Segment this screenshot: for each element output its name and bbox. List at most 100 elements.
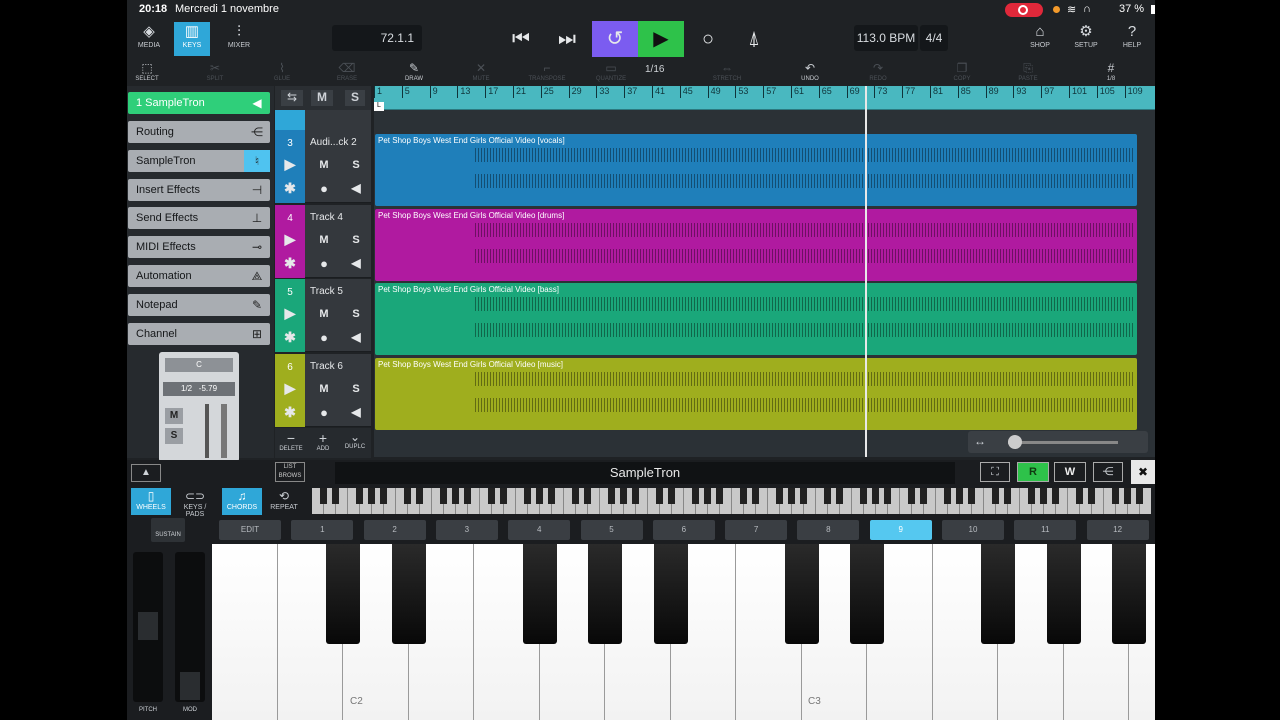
chord-button-10[interactable]: 10 xyxy=(942,520,1004,540)
wheels-button[interactable]: ▯ WHEELS xyxy=(131,488,171,515)
forward-button[interactable]: ⏭ xyxy=(544,21,590,57)
rewind-button[interactable]: ⏮ xyxy=(498,21,544,57)
track-record-icon[interactable]: ● xyxy=(314,405,334,420)
keys-routing-button[interactable]: ⋲ xyxy=(1093,462,1123,482)
close-keys-button[interactable]: ✖ xyxy=(1131,460,1155,484)
cycle-button[interactable]: ↺ xyxy=(592,21,638,57)
chord-button-7[interactable]: 7 xyxy=(725,520,788,540)
read-automation-button[interactable]: R xyxy=(1017,462,1049,482)
track-mute-button[interactable]: M xyxy=(314,234,334,246)
global-solo-button[interactable]: S xyxy=(345,90,365,106)
track-solo-button[interactable]: S xyxy=(346,308,366,320)
automation-item[interactable]: Automation ⟁ xyxy=(128,265,270,287)
piano-keyboard[interactable]: C2 C3 xyxy=(212,544,1155,720)
insert-effects-item[interactable]: Insert Effects ⊣ xyxy=(128,179,270,201)
track-record-icon[interactable]: ● xyxy=(314,330,334,345)
black-key[interactable] xyxy=(1046,544,1081,644)
list-browse-button[interactable]: LIST BROWS xyxy=(275,462,305,482)
track-fx-icon[interactable]: ✱ xyxy=(280,404,300,421)
chord-button-12[interactable]: 12 xyxy=(1086,520,1149,540)
paste-button[interactable]: ⎘ PASTE xyxy=(1008,60,1048,82)
track-play-icon[interactable]: ▶ xyxy=(280,231,300,248)
timeline-ruler[interactable]: 1 5 9 13 17 21 25 29 33 37 41 45 49 53 57 61 65 69 73 77 81 8… xyxy=(374,86,1155,110)
transpose-tool[interactable]: ⌐ TRANSPOSE xyxy=(527,60,567,82)
split-tool[interactable]: ✂ SPLIT xyxy=(195,60,235,82)
setup-button[interactable]: ⚙ SETUP xyxy=(1064,22,1108,56)
fullscreen-button[interactable]: ⛶ xyxy=(980,462,1010,482)
channel-item[interactable]: Channel ⊞ xyxy=(128,323,270,345)
erase-tool[interactable]: ⌫ ERASE xyxy=(327,60,367,82)
delete-track-button[interactable]: − DELETE xyxy=(275,430,307,452)
keyboard-overview[interactable] xyxy=(312,488,1151,514)
pan-control[interactable]: C xyxy=(165,358,233,372)
quantize-value[interactable]: 1/16 xyxy=(645,64,664,75)
track-play-icon[interactable]: ▶ xyxy=(280,305,300,322)
track-solo-button[interactable]: S xyxy=(346,383,366,395)
pitch-wheel-thumb[interactable] xyxy=(138,612,158,640)
collapse-keys-button[interactable]: ▲ xyxy=(131,464,161,482)
play-button[interactable]: ▶ xyxy=(638,21,684,57)
stretch-tool[interactable]: ⇔ STRETCH xyxy=(707,60,747,82)
track-fx-icon[interactable]: ✱ xyxy=(280,329,300,346)
add-track-button[interactable]: + ADD xyxy=(307,430,339,452)
tempo-display[interactable]: 113.0 BPM xyxy=(854,25,918,51)
keys-button[interactable]: ▥ KEYS xyxy=(174,22,210,56)
chord-button-1[interactable]: 1 xyxy=(291,520,354,540)
black-key[interactable] xyxy=(326,544,360,644)
track-resize-icon[interactable]: ⇆ xyxy=(281,90,303,106)
draw-tool[interactable]: ✎ DRAW xyxy=(394,60,434,82)
redo-button[interactable]: ↷ REDO xyxy=(858,60,898,82)
track-header[interactable]: 3 Audi...ck 2 ▶ ✱ M S ● ◀ xyxy=(275,130,371,203)
track-solo-button[interactable]: S xyxy=(346,159,366,171)
copy-button[interactable]: ❐ COPY xyxy=(942,60,982,82)
black-key[interactable] xyxy=(850,544,884,644)
select-tool[interactable]: ⬚ SELECT xyxy=(127,60,167,82)
mute-tool[interactable]: ✕ MUTE xyxy=(461,60,501,82)
write-automation-button[interactable]: W xyxy=(1054,462,1086,482)
mixer-button[interactable]: ⫶ MIXER xyxy=(217,22,261,56)
black-key[interactable] xyxy=(1112,544,1146,644)
black-key[interactable] xyxy=(981,544,1015,644)
strip-fader[interactable] xyxy=(205,404,209,458)
sustain-button[interactable]: SUSTAIN xyxy=(151,518,185,542)
strip-solo-button[interactable]: S xyxy=(165,428,183,444)
audio-clip[interactable]: Pet Shop Boys West End Girls Official Vi… xyxy=(375,208,1137,281)
audio-clip[interactable]: Pet Shop Boys West End Girls Official Vi… xyxy=(375,283,1137,355)
left-locator[interactable]: L xyxy=(374,102,384,111)
white-key[interactable] xyxy=(212,544,278,720)
send-effects-item[interactable]: Send Effects ⊥ xyxy=(128,207,270,229)
track-solo-button[interactable]: S xyxy=(346,234,366,246)
arrange-view[interactable]: 1 5 9 13 17 21 25 29 33 37 41 45 49 53 57 61 65 69 73 77 81 8… xyxy=(374,86,1155,457)
track-header[interactable]: 4 Track 4 ▶ ✱ M S ● ◀ xyxy=(275,204,371,278)
track-mute-button[interactable]: M xyxy=(314,159,334,171)
track-record-icon[interactable]: ● xyxy=(314,181,334,196)
audio-clip[interactable]: Pet Shop Boys West End Girls Official Vi… xyxy=(375,357,1137,430)
routing-item[interactable]: Routing ⋲ xyxy=(128,121,270,143)
speaker-icon[interactable]: ◀ xyxy=(346,330,366,344)
metronome-button[interactable]: ⍋ xyxy=(731,21,777,57)
duplicate-track-button[interactable]: ⌄ DUPLC xyxy=(339,430,371,450)
chord-button-8[interactable]: 8 xyxy=(797,520,860,540)
chord-button-9[interactable]: 9 xyxy=(869,520,932,540)
black-key[interactable] xyxy=(588,544,622,644)
playhead[interactable] xyxy=(865,86,867,457)
position-display[interactable]: 72.1.1 xyxy=(332,25,422,51)
record-button[interactable]: ○ xyxy=(685,21,731,57)
track-play-icon[interactable]: ▶ xyxy=(280,380,300,397)
output-route[interactable]: 1/2 -5.79 xyxy=(163,382,235,396)
instrument-name-display[interactable]: SampleTron xyxy=(335,462,955,484)
track-play-icon[interactable]: ▶ xyxy=(280,156,300,173)
global-mute-button[interactable]: M xyxy=(311,90,333,106)
track-record-icon[interactable]: ● xyxy=(314,256,334,271)
repeat-button[interactable]: ⟲ REPEAT xyxy=(264,488,304,515)
black-key[interactable] xyxy=(784,544,819,644)
black-key[interactable] xyxy=(522,544,557,644)
track-mute-button[interactable]: M xyxy=(314,308,334,320)
midi-effects-item[interactable]: MIDI Effects ⊸ xyxy=(128,236,270,258)
chord-button-5[interactable]: 5 xyxy=(580,520,643,540)
keys-pads-toggle[interactable]: ⊂⊃ KEYS / PADS xyxy=(175,488,215,518)
audio-clip[interactable]: Pet Shop Boys West End Girls Official Vi… xyxy=(375,134,1137,206)
track-header[interactable]: 5 Track 5 ▶ ✱ M S ● ◀ xyxy=(275,279,371,352)
chord-button-11[interactable]: 11 xyxy=(1014,520,1077,540)
pitch-wheel[interactable] xyxy=(133,552,163,702)
